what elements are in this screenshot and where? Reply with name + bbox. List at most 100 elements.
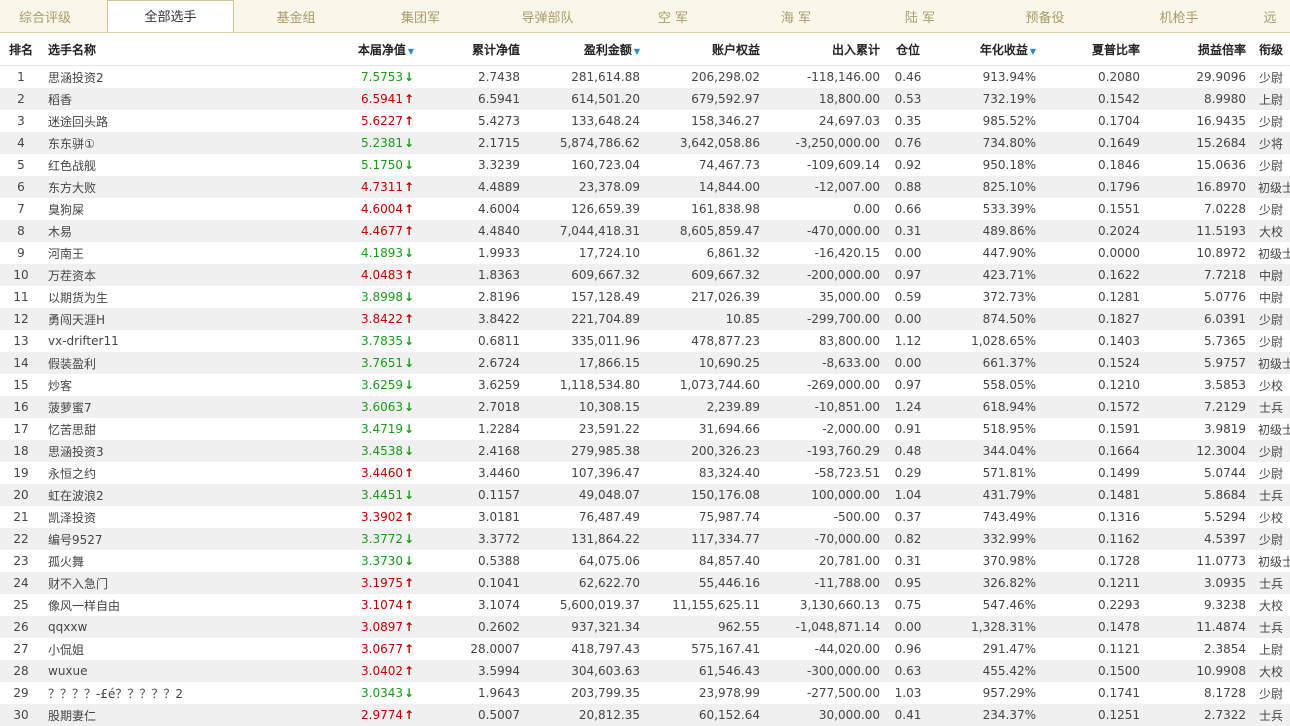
player-name-link[interactable]: 以期货为生	[42, 286, 202, 308]
tab-1[interactable]: 全部选手	[107, 0, 234, 33]
table-row[interactable]: 12勇闯天涯H3.8422↑3.8422221,704.8910.85-299,…	[0, 308, 1290, 330]
header-annual[interactable]: 年化收益▼	[930, 33, 1042, 66]
table-row[interactable]: 3迷途回头路5.6227↑5.4273133,648.24158,346.272…	[0, 110, 1290, 132]
player-name-link[interactable]: 永恒之约	[42, 462, 202, 484]
table-row[interactable]: 24财不入急门3.1975↑0.104162,622.7055,446.16-1…	[0, 572, 1290, 594]
header-grade[interactable]: 衔级	[1252, 33, 1290, 66]
header-nav[interactable]: 本届净值▼	[202, 33, 420, 66]
table-row[interactable]: 6东方大败4.7311↑4.488923,378.0914,844.00-12,…	[0, 176, 1290, 198]
table-row[interactable]: 10万茬资本4.0483↑1.8363609,667.32609,667.32-…	[0, 264, 1290, 286]
table-row[interactable]: 28wuxue3.0402↑3.5994304,603.6361,546.43-…	[0, 660, 1290, 682]
table-row[interactable]: 7臭狗屎4.6004↑4.6004126,659.39161,838.980.0…	[0, 198, 1290, 220]
tab-3[interactable]: 集团军	[358, 0, 483, 33]
table-row[interactable]: 27小侃姐3.0677↑28.0007418,797.43575,167.41-…	[0, 638, 1290, 660]
table-row[interactable]: 21凯泽投资3.3902↑3.018176,487.4975,987.74-50…	[0, 506, 1290, 528]
header-name[interactable]: 选手名称	[42, 33, 202, 66]
table-row[interactable]: 11以期货为生3.8998↓2.8196157,128.49217,026.39…	[0, 286, 1290, 308]
player-name-link[interactable]: 凯泽投资	[42, 506, 202, 528]
player-name-link[interactable]: 木易	[42, 220, 202, 242]
table-row[interactable]: 15炒客3.6259↓3.62591,118,534.801,073,744.6…	[0, 374, 1290, 396]
table-row[interactable]: 22编号95273.3772↓3.3772131,864.22117,334.7…	[0, 528, 1290, 550]
header-rank[interactable]: 排名	[0, 33, 42, 66]
table-row[interactable]: 20虹在波浪23.4451↓0.115749,048.07150,176.081…	[0, 484, 1290, 506]
tab-7[interactable]: 陆 军	[858, 0, 982, 33]
player-name-link[interactable]: 股期妻仁	[42, 704, 202, 726]
table-row[interactable]: 16菠萝蜜73.6063↓2.701810,308.152,239.89-10,…	[0, 396, 1290, 418]
player-name-link[interactable]: 万茬资本	[42, 264, 202, 286]
player-name-link[interactable]: vx-drifter11	[42, 330, 202, 352]
header-equity[interactable]: 账户权益	[646, 33, 766, 66]
player-name-link[interactable]: 炒客	[42, 374, 202, 396]
table-row[interactable]: 1思涵投资27.5753↓2.7438281,614.88206,298.02-…	[0, 66, 1290, 89]
table-row[interactable]: 9河南王4.1893↓1.993317,724.106,861.32-16,42…	[0, 242, 1290, 264]
player-name-link[interactable]: 菠萝蜜7	[42, 396, 202, 418]
header-position[interactable]: 仓位	[886, 33, 930, 66]
player-name-link[interactable]: 虹在波浪2	[42, 484, 202, 506]
tab-8[interactable]: 预备役	[982, 0, 1108, 33]
table-row[interactable]: 8木易4.4677↑4.48407,044,418.318,605,859.47…	[0, 220, 1290, 242]
header-profit[interactable]: 盈利金额▼	[526, 33, 646, 66]
player-name-link[interactable]: 勇闯天涯H	[42, 308, 202, 330]
tab-10[interactable]: 远	[1250, 0, 1290, 33]
table-row[interactable]: 29？？？？-£é？？？？？23.0343↓1.9643203,799.3523…	[0, 682, 1290, 704]
cell-grade: 少校	[1252, 374, 1290, 396]
sort-desc-icon[interactable]: ▼	[1030, 47, 1036, 56]
cell-equity: 23,978.99	[646, 682, 766, 704]
player-name-link[interactable]: 臭狗屎	[42, 198, 202, 220]
tab-6[interactable]: 海 军	[734, 0, 858, 33]
table-row[interactable]: 25像风一样自由3.1074↑3.10745,600,019.3711,155,…	[0, 594, 1290, 616]
cell-profit: 279,985.38	[526, 440, 646, 462]
table-row[interactable]: 30股期妻仁2.9774↑0.500720,812.3560,152.6430,…	[0, 704, 1290, 726]
player-name-link[interactable]: 河南王	[42, 242, 202, 264]
player-name-link[interactable]: 思涵投资2	[42, 66, 202, 89]
cell-rank: 9	[0, 242, 42, 264]
cell-nav: 4.7311↑	[202, 176, 420, 198]
arrow-down-icon: ↓	[404, 444, 414, 458]
cell-flow: -118,146.00	[766, 66, 886, 89]
player-name-link[interactable]: 假装盈利	[42, 352, 202, 374]
cell-pl-ratio: 4.5397	[1146, 528, 1252, 550]
player-name-link[interactable]: 迷途回头路	[42, 110, 202, 132]
table-row[interactable]: 18思涵投资33.4538↓2.4168279,985.38200,326.23…	[0, 440, 1290, 462]
table-row[interactable]: 2稻香6.5941↑6.5941614,501.20679,592.9718,8…	[0, 88, 1290, 110]
header-sharpe[interactable]: 夏普比率	[1042, 33, 1146, 66]
player-name-link[interactable]: 像风一样自由	[42, 594, 202, 616]
player-name-link[interactable]: 思涵投资3	[42, 440, 202, 462]
player-name-link[interactable]: 忆苦思甜	[42, 418, 202, 440]
player-name-link[interactable]: 孤火舞	[42, 550, 202, 572]
cell-cum-nav: 2.6724	[420, 352, 526, 374]
cell-profit: 131,864.22	[526, 528, 646, 550]
table-row[interactable]: 13vx-drifter113.7835↓0.6811335,011.96478…	[0, 330, 1290, 352]
player-name-link[interactable]: 东方大败	[42, 176, 202, 198]
header-pl-ratio[interactable]: 损益倍率	[1146, 33, 1252, 66]
player-name-link[interactable]: 东东骈①	[42, 132, 202, 154]
cell-nav: 3.0897↑	[202, 616, 420, 638]
arrow-down-icon: ↓	[404, 532, 414, 546]
table-row[interactable]: 17忆苦思甜3.4719↓1.228423,591.2231,694.66-2,…	[0, 418, 1290, 440]
table-row[interactable]: 26qqxxw3.0897↑0.2602937,321.34962.55-1,0…	[0, 616, 1290, 638]
player-name-link[interactable]: 红色战舰	[42, 154, 202, 176]
header-flow[interactable]: 出入累计	[766, 33, 886, 66]
tab-2[interactable]: 基金组	[234, 0, 358, 33]
tab-5[interactable]: 空 军	[612, 0, 734, 33]
sort-desc-icon[interactable]: ▼	[634, 47, 640, 56]
table-row[interactable]: 19永恒之约3.4460↑3.4460107,396.4783,324.40-5…	[0, 462, 1290, 484]
table-row[interactable]: 23孤火舞3.3730↓0.538864,075.0684,857.4020,7…	[0, 550, 1290, 572]
player-name-link[interactable]: 编号9527	[42, 528, 202, 550]
player-name-link[interactable]: 小侃姐	[42, 638, 202, 660]
cell-equity: 161,838.98	[646, 198, 766, 220]
tab-9[interactable]: 机枪手	[1108, 0, 1250, 33]
arrow-up-icon: ↑	[404, 466, 414, 480]
table-row[interactable]: 4东东骈①5.2381↓2.17155,874,786.623,642,058.…	[0, 132, 1290, 154]
tab-4[interactable]: 导弹部队	[483, 0, 612, 33]
table-row[interactable]: 5红色战舰5.1750↓3.3239160,723.0474,467.73-10…	[0, 154, 1290, 176]
player-name-link[interactable]: qqxxw	[42, 616, 202, 638]
player-name-link[interactable]: 稻香	[42, 88, 202, 110]
player-name-link[interactable]: wuxue	[42, 660, 202, 682]
player-name-link[interactable]: ？？？？-£é？？？？？2	[42, 682, 202, 704]
table-row[interactable]: 14假装盈利3.7651↓2.672417,866.1510,690.25-8,…	[0, 352, 1290, 374]
header-cum[interactable]: 累计净值	[420, 33, 526, 66]
tab-0[interactable]: 综合评级	[0, 0, 90, 33]
sort-desc-icon[interactable]: ▼	[408, 47, 414, 56]
player-name-link[interactable]: 财不入急门	[42, 572, 202, 594]
